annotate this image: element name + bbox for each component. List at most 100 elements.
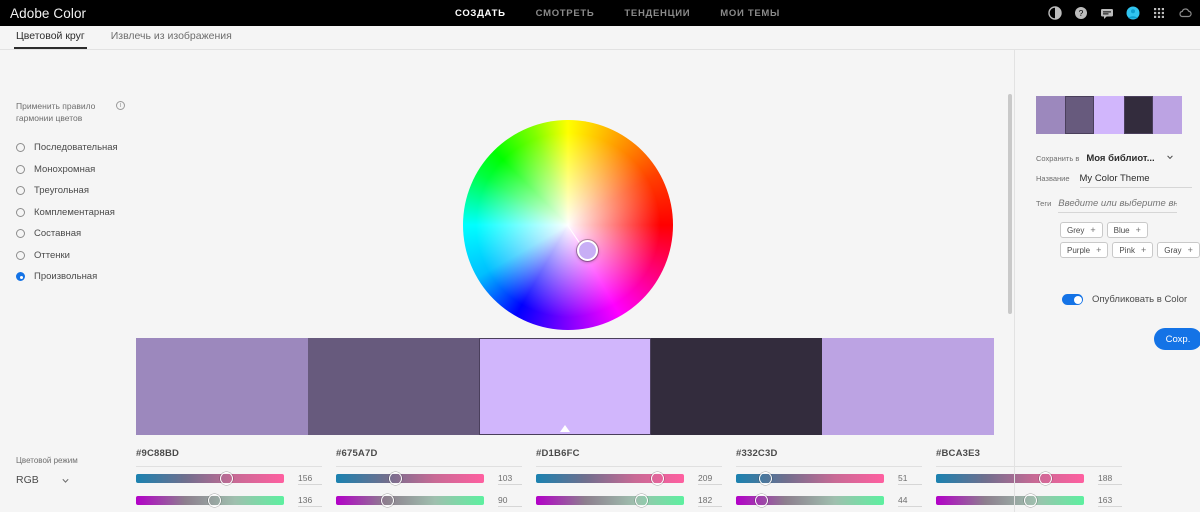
harmony-rule-custom[interactable]: Произвольная — [16, 266, 136, 288]
theme-preview-swatch-1[interactable] — [1036, 96, 1066, 134]
color-swatch-3-selected[interactable] — [479, 338, 651, 435]
tag-chip-gray[interactable]: Gray + — [1157, 242, 1200, 258]
harmony-rule-label: Комплементарная — [34, 206, 115, 218]
slider-handle-g[interactable] — [207, 493, 221, 507]
harmony-rule-label: Монохромная — [34, 163, 96, 175]
contrast-icon[interactable] — [1048, 6, 1062, 20]
avatar-icon[interactable] — [1126, 6, 1140, 20]
nav-item-my-themes[interactable]: МОИ ТЕМЫ — [720, 8, 780, 19]
slider-value-g[interactable]: 90 — [498, 495, 522, 507]
slider-value-r[interactable]: 51 — [898, 473, 922, 485]
color-swatch-1[interactable] — [136, 338, 308, 435]
divider — [736, 466, 922, 467]
theme-tags-input[interactable] — [1058, 198, 1178, 213]
harmony-rule-label: Треугольная — [34, 185, 89, 197]
slider-value-g[interactable]: 182 — [698, 495, 722, 507]
slider-row-g: 136 — [136, 490, 322, 511]
nav-item-explore[interactable]: СМОТРЕТЬ — [536, 8, 595, 19]
slider-handle-r[interactable] — [219, 471, 233, 485]
nav-item-trends[interactable]: ТЕНДЕНЦИИ — [624, 8, 690, 19]
harmony-rule-title-line1: Применить правило — [16, 101, 96, 111]
slider-track-r[interactable] — [536, 471, 684, 485]
save-in-value[interactable]: Моя библиот... — [1086, 153, 1154, 164]
theme-save-panel: Сохранить в Моя библиот... Название Теги… — [1024, 50, 1200, 512]
theme-name-row: Название — [1036, 173, 1192, 188]
slider-track-g[interactable] — [536, 493, 684, 507]
slider-value-r[interactable]: 156 — [298, 473, 322, 485]
color-column-1: #9C88BD 156 136 189 74 — [136, 448, 336, 512]
color-swatch-strip — [136, 338, 994, 435]
hex-value[interactable]: #D1B6FC — [536, 448, 722, 459]
harmony-rule-triad[interactable]: Треугольная — [16, 180, 136, 202]
slider-handle-g[interactable] — [634, 493, 648, 507]
harmony-rule-analogous[interactable]: Последовательная — [16, 137, 136, 159]
hex-value[interactable]: #675A7D — [336, 448, 522, 459]
help-icon[interactable]: ? — [1074, 6, 1088, 20]
color-swatch-5[interactable] — [822, 338, 994, 435]
slider-value-g[interactable]: 44 — [898, 495, 922, 507]
plus-icon: + — [1135, 224, 1141, 235]
tag-chip-purple[interactable]: Purple + — [1060, 242, 1109, 258]
hex-value[interactable]: #332C3D — [736, 448, 922, 459]
tag-chip-blue[interactable]: Blue + — [1106, 222, 1148, 238]
divider — [536, 466, 722, 467]
slider-handle-r[interactable] — [388, 471, 402, 485]
radio-icon-selected — [16, 272, 25, 282]
slider-track-r[interactable] — [736, 471, 884, 485]
plus-icon: + — [1140, 244, 1147, 255]
color-mode-select[interactable]: RGB — [16, 474, 78, 486]
feedback-icon[interactable] — [1100, 6, 1114, 20]
chevron-down-icon[interactable] — [1166, 148, 1174, 160]
tab-extract-from-image[interactable]: Извлечь из изображения — [109, 30, 234, 49]
tab-color-wheel[interactable]: Цветовой круг — [14, 30, 87, 49]
vertical-scrollbar[interactable] — [1008, 94, 1012, 314]
theme-preview-swatch-4[interactable] — [1123, 96, 1153, 134]
harmony-rule-complementary[interactable]: Комплементарная — [16, 202, 136, 224]
harmony-rule-list: Последовательная Монохромная Треугольная… — [16, 137, 136, 288]
radio-icon — [16, 186, 25, 196]
theme-preview-swatch-3[interactable] — [1094, 96, 1124, 134]
creative-cloud-icon[interactable] — [1178, 6, 1192, 20]
apps-grid-icon[interactable] — [1152, 6, 1166, 20]
theme-name-input[interactable] — [1079, 173, 1192, 188]
slider-track-r[interactable] — [336, 471, 484, 485]
color-swatch-2[interactable] — [307, 338, 480, 435]
slider-handle-g[interactable] — [754, 493, 768, 507]
slider-handle-g[interactable] — [381, 493, 395, 507]
harmony-rule-compound[interactable]: Составная — [16, 223, 136, 245]
selected-swatch-marker-icon — [559, 425, 570, 432]
harmony-rule-monochromatic[interactable]: Монохромная — [16, 159, 136, 181]
toggle-knob — [1073, 295, 1082, 304]
top-bar: Adobe Color СОЗДАТЬ СМОТРЕТЬ ТЕНДЕНЦИИ М… — [0, 0, 1200, 26]
slider-handle-r[interactable] — [759, 471, 773, 485]
publish-toggle[interactable] — [1062, 294, 1083, 305]
slider-handle-r[interactable] — [650, 471, 664, 485]
slider-track-r[interactable] — [136, 471, 284, 485]
nav-item-create[interactable]: СОЗДАТЬ — [455, 8, 506, 19]
radio-icon — [16, 207, 25, 217]
color-wheel-handle[interactable] — [577, 240, 598, 261]
plus-icon: + — [1187, 244, 1193, 255]
harmony-rule-shades[interactable]: Оттенки — [16, 245, 136, 267]
tag-chip-grey[interactable]: Grey + — [1060, 222, 1103, 238]
color-slider-columns: #9C88BD 156 136 189 74 #675A7D — [136, 448, 1122, 512]
tag-chip-pink[interactable]: Pink + — [1112, 242, 1154, 258]
info-icon[interactable]: i — [116, 101, 125, 110]
theme-preview-swatch-2[interactable] — [1065, 96, 1095, 134]
save-button[interactable]: Сохр. — [1154, 328, 1200, 350]
hex-value[interactable]: #9C88BD — [136, 448, 322, 459]
color-swatch-4[interactable] — [650, 338, 823, 435]
slider-track-g[interactable] — [736, 493, 884, 507]
color-wheel[interactable] — [463, 120, 673, 330]
slider-value-r[interactable]: 209 — [698, 473, 722, 485]
publish-toggle-row[interactable]: Опубликовать в Color — [1062, 294, 1187, 305]
theme-preview-strip — [1036, 96, 1183, 134]
slider-value-g[interactable]: 136 — [298, 495, 322, 507]
radio-icon — [16, 143, 25, 153]
theme-preview-swatch-5[interactable] — [1152, 96, 1183, 134]
svg-text:?: ? — [1079, 8, 1084, 18]
slider-value-r[interactable]: 103 — [498, 473, 522, 485]
slider-track-g[interactable] — [336, 493, 484, 507]
slider-track-g[interactable] — [136, 493, 284, 507]
harmony-rule-label: Произвольная — [34, 271, 98, 283]
